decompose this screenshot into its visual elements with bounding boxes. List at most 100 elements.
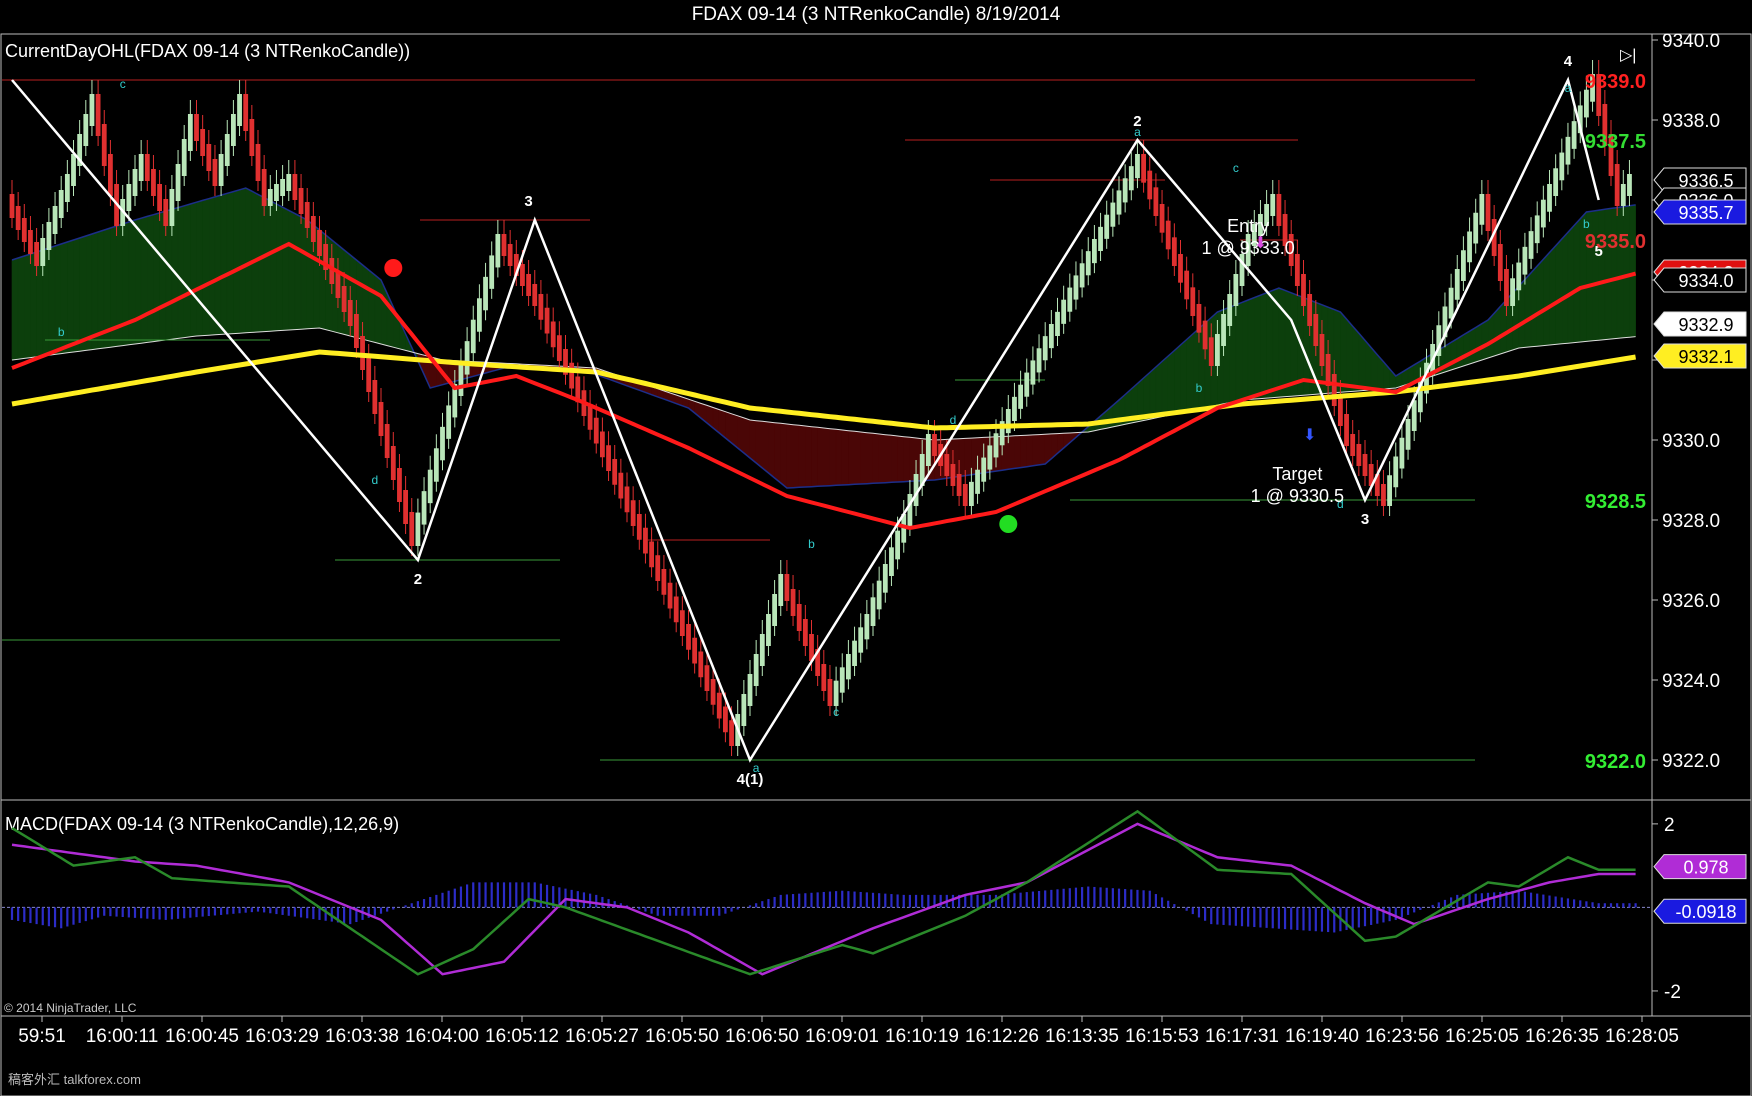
price-tick-label: 9322.0 <box>1662 751 1720 772</box>
cloud-segment <box>190 201 197 338</box>
cloud-segment <box>1161 355 1169 418</box>
cloud-segment <box>1174 344 1181 415</box>
candle-down <box>692 637 698 664</box>
candle-up <box>1042 336 1048 361</box>
wave-letter: c <box>120 77 126 91</box>
cloud-segment <box>11 257 19 361</box>
candle-down <box>341 286 347 312</box>
candle-down <box>550 321 556 348</box>
candle-down <box>1147 170 1153 200</box>
candle-up <box>987 445 993 470</box>
candle-down <box>956 474 962 496</box>
candle-up <box>446 405 452 439</box>
candle-down <box>643 527 648 554</box>
wave-letter: a <box>753 761 760 775</box>
candle-up <box>1024 372 1030 397</box>
price-marker-label: 9332.9 <box>1678 315 1733 335</box>
price-marker-label: 9332.1 <box>1678 347 1733 367</box>
signal-dot <box>384 259 403 277</box>
cloud-segment <box>792 424 800 488</box>
macd-tick-label: 2 <box>1664 815 1675 836</box>
candle-down <box>723 706 728 733</box>
candle-up <box>40 238 46 266</box>
candle-down <box>784 574 790 601</box>
cloud-segment <box>30 251 37 358</box>
candle-up <box>1540 199 1546 228</box>
trade-annotation: 1 @ 9333.0 <box>1201 238 1294 258</box>
candle-down <box>538 294 544 320</box>
candle-down <box>679 610 685 636</box>
candle-down <box>1196 304 1202 333</box>
cloud-segment <box>1592 209 1599 342</box>
candle-up <box>1116 190 1122 215</box>
candle-up <box>1067 287 1073 312</box>
cloud-segment <box>1038 433 1046 466</box>
time-tick-label: 16:05:12 <box>485 1026 559 1047</box>
price-tick-label: 9330.0 <box>1662 431 1720 452</box>
candle-down <box>501 234 507 256</box>
candle-down <box>556 335 562 361</box>
candle-down <box>827 679 833 706</box>
candle-up <box>1270 194 1276 216</box>
candle-down <box>1319 334 1325 366</box>
cloud-segment <box>362 264 370 342</box>
candle-up <box>126 184 132 211</box>
candle-down <box>1356 444 1362 466</box>
candle-up <box>1073 275 1079 300</box>
cloud-segment <box>1032 434 1040 467</box>
cloud-segment <box>1352 325 1360 392</box>
cloud-segment <box>1530 265 1538 348</box>
cloud-segment <box>1493 305 1501 357</box>
cloud-segment <box>214 194 222 336</box>
candle-up <box>427 469 433 504</box>
time-tick-label: 16:05:50 <box>645 1026 719 1047</box>
candle-up <box>132 169 138 196</box>
candle-down <box>15 206 21 230</box>
cloud-segment <box>1254 294 1261 400</box>
candle-up <box>458 362 464 396</box>
cloud-segment <box>1155 360 1163 419</box>
candle-down <box>1276 194 1282 226</box>
candle-up <box>83 114 89 146</box>
candle-down <box>593 417 599 444</box>
candle-up <box>1454 269 1460 300</box>
candle-up <box>766 614 771 646</box>
candle-up <box>46 222 52 250</box>
candle-up <box>753 654 759 686</box>
cloud-segment <box>159 210 167 342</box>
wave-letter: a <box>1565 81 1572 95</box>
chart-canvas[interactable]: CurrentDayOHL(FDAX 09-14 (3 NTRenkoCandl… <box>0 0 1752 1096</box>
candle-up <box>415 512 421 546</box>
cloud-segment <box>1561 231 1569 345</box>
cloud-segment <box>1604 208 1612 340</box>
candle-up <box>993 433 999 458</box>
candle-down <box>243 94 249 131</box>
candle-up <box>741 694 747 726</box>
candle-up <box>1079 263 1085 288</box>
candle-up <box>833 680 839 706</box>
cloud-segment <box>282 206 290 331</box>
candle-down <box>661 569 667 595</box>
signal-dot <box>999 515 1018 533</box>
candle-up <box>1048 324 1054 349</box>
cloud-segment <box>1358 332 1366 392</box>
candle-down <box>532 284 538 306</box>
candle-down <box>729 720 734 746</box>
cloud-segment <box>848 430 855 485</box>
candle-up <box>747 674 753 706</box>
cloud-segment <box>768 421 775 479</box>
price-tick-label: 9340.0 <box>1662 31 1720 52</box>
wave-letter: b <box>808 537 815 551</box>
price-panel-label: CurrentDayOHL(FDAX 09-14 (3 NTRenkoCandl… <box>5 41 410 61</box>
candle-up <box>1005 409 1011 434</box>
candle-down <box>298 188 304 214</box>
candle-up <box>187 114 193 151</box>
candle-up <box>231 114 236 146</box>
candle-down <box>212 159 218 186</box>
price-marker-label: 9334.0 <box>1678 271 1733 291</box>
candle-up <box>1012 396 1017 421</box>
candle-up <box>759 634 765 666</box>
cloud-segment <box>48 245 56 356</box>
cloud-segment <box>233 189 240 334</box>
cloud-segment <box>1450 338 1458 371</box>
